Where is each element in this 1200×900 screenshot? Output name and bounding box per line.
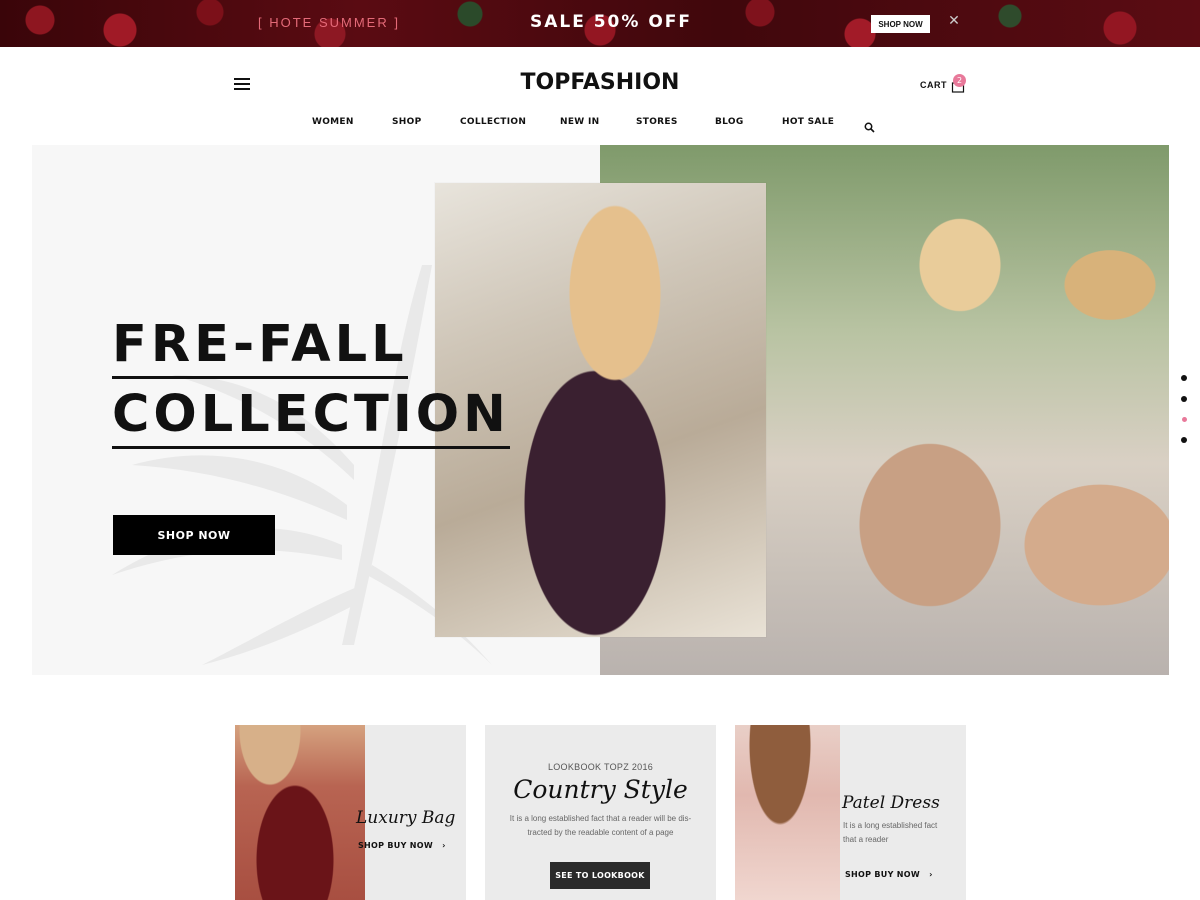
hero-title-line1: FRE-FALL bbox=[112, 315, 408, 379]
cart-count-badge: 2 bbox=[953, 74, 966, 87]
cart-label: CART bbox=[920, 80, 947, 90]
promo-banner: [ HOTE SUMMER ] SALE 50% OFF SHOP NOW ✕ bbox=[0, 0, 1200, 47]
card-shop-link-patel-dress[interactable]: SHOP BUY NOW › bbox=[845, 870, 933, 879]
close-icon[interactable]: ✕ bbox=[947, 13, 961, 29]
promo-card-patel-dress[interactable]: Patel Dress It is a long established fac… bbox=[735, 725, 966, 900]
chevron-right-icon: › bbox=[929, 870, 933, 879]
backpack-photo bbox=[235, 725, 365, 900]
slider-dot-1[interactable] bbox=[1181, 375, 1187, 381]
search-icon[interactable] bbox=[864, 118, 875, 133]
card-description-line1: It is a long established fact bbox=[843, 821, 938, 830]
promo-shop-now-button[interactable]: SHOP NOW bbox=[871, 15, 930, 33]
card-link-label: SHOP BUY NOW bbox=[358, 841, 433, 850]
hero-shop-now-button[interactable]: SHOP NOW bbox=[113, 515, 275, 555]
nav-item-blog[interactable]: BLOG bbox=[715, 117, 744, 127]
promo-sale-text: SALE 50% OFF bbox=[529, 12, 693, 32]
card-kicker-lookbook: LOOKBOOK TOPZ 2016 bbox=[547, 762, 654, 772]
hero-heading: FRE-FALL COLLECTION bbox=[112, 315, 510, 449]
card-link-label: SHOP BUY NOW bbox=[845, 870, 920, 879]
nav-item-women[interactable]: WOMEN bbox=[312, 117, 354, 127]
see-lookbook-button[interactable]: SEE TO LOOKBOOK bbox=[550, 862, 650, 889]
hero-title-line2: COLLECTION bbox=[112, 385, 510, 449]
slider-dot-2[interactable] bbox=[1181, 396, 1187, 402]
promo-card-country-style: LOOKBOOK TOPZ 2016 Country Style It is a… bbox=[485, 725, 716, 900]
site-logo[interactable]: TOPFASHION bbox=[0, 70, 1200, 95]
promo-card-luxury-bag[interactable]: Luxury Bag SHOP BUY NOW › bbox=[235, 725, 466, 900]
card-description-line1: It is a long established fact that a rea… bbox=[509, 814, 692, 823]
nav-item-collection[interactable]: COLLECTION bbox=[460, 117, 526, 127]
chevron-right-icon: › bbox=[442, 841, 446, 850]
card-title-patel-dress: Patel Dress bbox=[842, 793, 940, 813]
nav-item-stores[interactable]: STORES bbox=[636, 117, 678, 127]
slider-dot-4[interactable] bbox=[1181, 437, 1187, 443]
main-navigation: WOMEN SHOP COLLECTION NEW IN STORES BLOG… bbox=[0, 117, 1200, 131]
nav-item-new-in[interactable]: NEW IN bbox=[560, 117, 599, 127]
card-title-luxury-bag: Luxury Bag bbox=[356, 808, 456, 828]
dress-photo bbox=[735, 725, 840, 900]
hero-slider: FRE-FALL COLLECTION SHOP NOW bbox=[32, 145, 1169, 675]
card-shop-link-luxury-bag[interactable]: SHOP BUY NOW › bbox=[358, 841, 446, 850]
nav-item-shop[interactable]: SHOP bbox=[392, 117, 421, 127]
slider-pagination bbox=[1180, 374, 1188, 446]
nav-item-hot-sale[interactable]: HOT SALE bbox=[782, 117, 834, 127]
card-title-country-style: Country Style bbox=[513, 775, 688, 804]
card-description-line2: that a reader bbox=[843, 835, 889, 844]
slider-dot-3-active[interactable] bbox=[1181, 417, 1187, 422]
card-description-line2: tracted by the readable content of a pag… bbox=[527, 828, 674, 837]
